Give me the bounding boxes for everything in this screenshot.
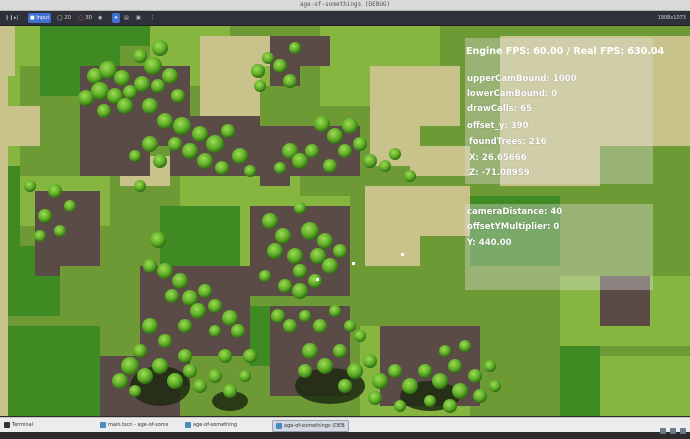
kebab-menu-icon: ⋮ [150, 15, 155, 21]
input-icon: ■ [30, 15, 35, 21]
mode-2d-label: 2D [64, 15, 72, 21]
terminal-icon [4, 421, 10, 428]
godot-icon [100, 421, 106, 428]
list-select-button[interactable]: ▤ [124, 13, 129, 23]
2d-icon: ◯ [57, 15, 63, 21]
camera-button[interactable]: ▣ [136, 13, 141, 23]
step-button[interactable]: ▸| [14, 13, 18, 23]
offset-y: offset_y: 390 [467, 121, 529, 131]
camera-distance: cameraDistance: 40 [467, 207, 563, 217]
step-icon: ▸| [14, 15, 19, 21]
camera-icon: ▣ [136, 15, 141, 21]
marker [401, 253, 404, 256]
select-tool-button[interactable]: ➤ [112, 13, 121, 23]
system-taskbar: Terminal main.tscn - age-of-soms age-of-… [0, 417, 690, 434]
eye-icon: ◉ [98, 15, 103, 21]
lower-cam-bound: lowerCamBound: 0 [467, 89, 558, 99]
z-coordinate: Z: -71.08959 [469, 168, 530, 178]
visibility-button[interactable]: ◉ [98, 13, 102, 23]
taskbar-item-project[interactable]: age-of-something [185, 420, 237, 430]
pause-icon: ❙❙ [5, 15, 14, 21]
taskbar-item-game[interactable]: age-of-somethings (DEB [272, 420, 349, 432]
mode-3d-label: 3D [85, 15, 93, 21]
marker [352, 262, 355, 265]
x-coordinate: X: 26.65666 [469, 153, 527, 163]
resolution-label: 1908x1073 [657, 15, 686, 21]
window-titlebar: age-of-somethings (DEBUG) [0, 0, 690, 11]
game-label: age-of-somethings (DEB [284, 423, 345, 429]
editor-label: main.tscn - age-of-soms [108, 422, 169, 428]
3d-icon: ◯ [78, 15, 84, 21]
options-button[interactable]: ⋮ [150, 13, 155, 23]
offset-y-multiplier: offsetYMultiplier: 0 [467, 222, 560, 232]
mode-2d-button[interactable]: ◯ 2D [55, 13, 73, 23]
game-viewport[interactable]: Engine FPS: 60.00 / Real FPS: 630.04 upp… [0, 26, 690, 416]
mode-3d-button[interactable]: ◯ 3D [76, 13, 94, 23]
list-icon: ▤ [124, 15, 129, 21]
y-coordinate: Y: 440.00 [467, 238, 512, 248]
marker [316, 278, 319, 281]
input-label: Input [36, 15, 50, 21]
cursor-icon: ➤ [114, 15, 119, 21]
taskbar-item-terminal[interactable]: Terminal [4, 420, 33, 430]
window-title: age-of-somethings (DEBUG) [299, 1, 391, 8]
godot-icon [185, 421, 191, 428]
draw-calls: drawCalls: 65 [467, 104, 532, 114]
godot-icon [276, 422, 282, 429]
fps-readout: Engine FPS: 60.00 / Real FPS: 630.04 [466, 46, 665, 57]
debug-toolbar: ❙❙ ▸| ■ Input ◯ 2D ◯ 3D ◉ ➤ ▤ ▣ ⋮ 1908x1… [0, 11, 690, 26]
input-toggle-button[interactable]: ■ Input [28, 13, 52, 23]
project-label: age-of-something [193, 422, 238, 428]
system-tray [656, 420, 686, 434]
terminal-label: Terminal [12, 422, 34, 428]
found-trees: foundTrees: 216 [469, 137, 547, 147]
upper-cam-bound: upperCamBound: 1000 [467, 74, 577, 84]
taskbar-item-editor[interactable]: main.tscn - age-of-soms [100, 420, 168, 430]
